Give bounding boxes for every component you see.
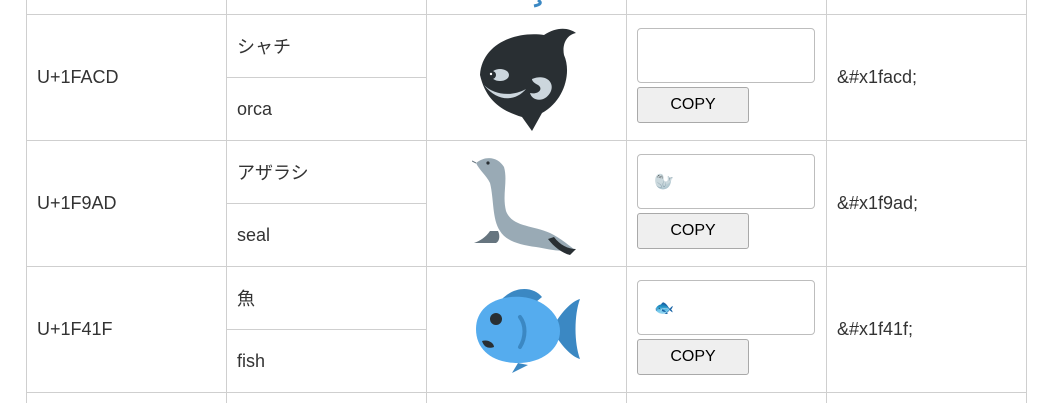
fish-icon xyxy=(476,288,580,373)
copy-button[interactable]: COPY xyxy=(637,87,749,123)
html-entity-cell: &#x1f41f; xyxy=(826,267,1027,392)
html-entity-cell: &#x1f9ad; xyxy=(826,141,1027,266)
html-entity-cell: &#x1facd; xyxy=(826,15,1027,140)
table-row-partial-top xyxy=(26,0,1027,15)
table-row: U+1F9AD アザラシ seal 🦭 COPY &#x1f9ad; xyxy=(26,141,1027,267)
copy-cell: 🐟 COPY xyxy=(626,267,827,392)
emoji-copy-field[interactable]: 🦭 xyxy=(637,154,815,209)
name-en: seal xyxy=(237,225,271,245)
orca-icon xyxy=(480,28,576,131)
copy-button[interactable]: COPY xyxy=(637,339,749,375)
name-ja: シャチ xyxy=(227,15,427,78)
table-row-partial-bottom xyxy=(26,393,1027,403)
name-en: orca xyxy=(237,99,273,119)
emoji-copy-field[interactable] xyxy=(637,28,815,83)
codepoint-cell: U+1FACD xyxy=(26,15,227,140)
emoji-copy-field[interactable]: 🐟 xyxy=(637,280,815,335)
copy-cell: 🦭 COPY xyxy=(626,141,827,266)
copy-button[interactable]: COPY xyxy=(637,213,749,249)
name-ja: 魚 xyxy=(227,267,427,330)
names-cell: 魚 fish xyxy=(226,267,427,392)
seal-icon xyxy=(472,157,576,255)
codepoint-cell: U+1F9AD xyxy=(26,141,227,266)
name-en: fish xyxy=(237,351,266,371)
emoji-image-cell xyxy=(426,141,627,266)
table-row: U+1FACD シャチ orca COPY &#x1facd; xyxy=(26,15,1027,141)
emoji-image-cell xyxy=(426,15,627,140)
names-cell: アザラシ seal xyxy=(226,141,427,266)
name-ja: アザラシ xyxy=(227,141,427,204)
emoji-image-cell xyxy=(426,267,627,392)
codepoint-cell: U+1F41F xyxy=(26,267,227,392)
partial-emoji-icon xyxy=(533,0,542,8)
table-row: U+1F41F 魚 fish 🐟 COPY &#x1f41f; xyxy=(26,267,1027,393)
copy-cell: COPY xyxy=(626,15,827,140)
names-cell: シャチ orca xyxy=(226,15,427,140)
